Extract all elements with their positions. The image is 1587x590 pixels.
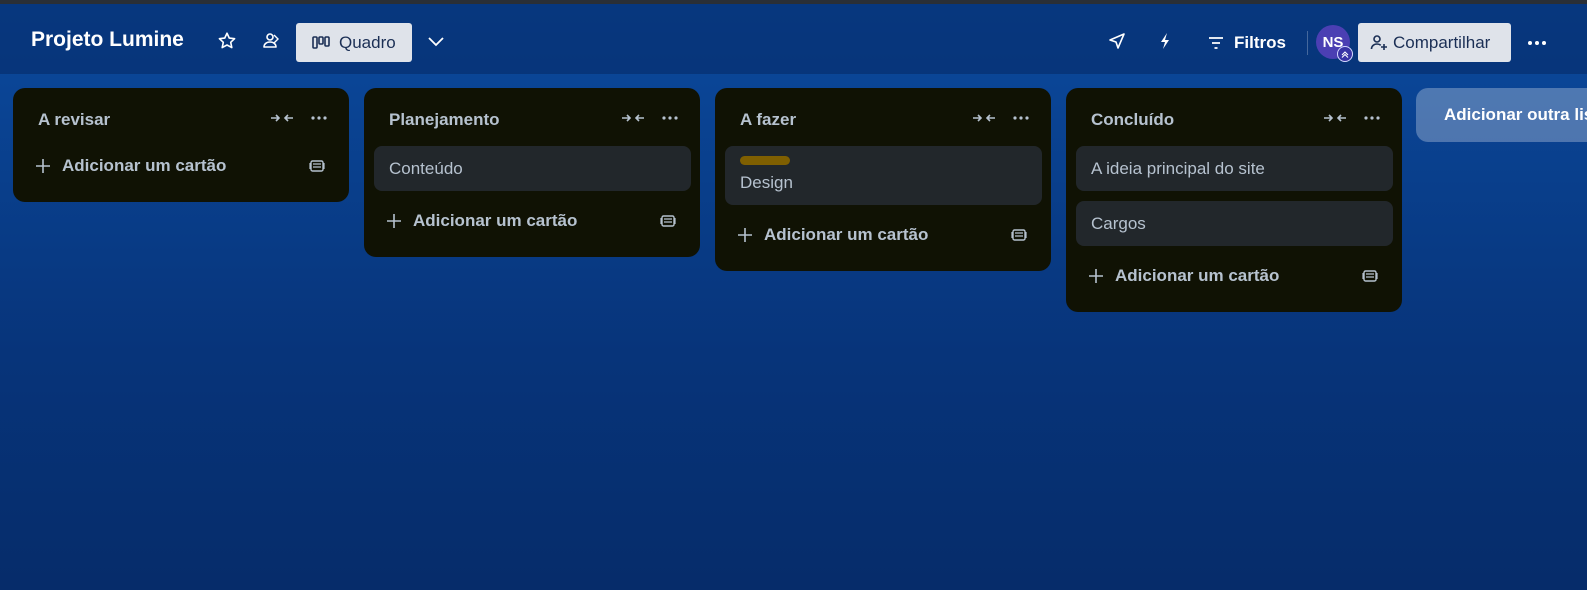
card-title: A ideia principal do site [1091, 159, 1265, 178]
add-card-button[interactable]: Adicionar um cartão [1076, 256, 1346, 296]
lightning-icon[interactable] [1150, 26, 1180, 56]
list-a-revisar: A revisar Adicionar um cartão [13, 88, 349, 202]
add-card-row: Adicionar um cartão [13, 146, 349, 194]
board-title[interactable]: Projeto Lumine [31, 28, 184, 52]
card-title: Cargos [1091, 214, 1146, 233]
board-view-button[interactable]: Quadro [296, 23, 412, 62]
list-more-icon[interactable] [1007, 106, 1035, 130]
collapse-icon[interactable] [618, 108, 648, 128]
board-view-label: Quadro [339, 32, 396, 52]
star-icon[interactable] [212, 26, 242, 56]
list-title[interactable]: A fazer [740, 110, 796, 130]
add-card-row: Adicionar um cartão [364, 201, 700, 249]
list-title[interactable]: Concluído [1091, 110, 1174, 130]
board-view-icon [312, 35, 330, 49]
add-member-icon [1370, 34, 1387, 50]
plus-icon [387, 214, 401, 228]
list-title[interactable]: A revisar [38, 110, 110, 130]
add-list-button[interactable]: Adicionar outra lista [1416, 88, 1587, 142]
plus-icon [36, 159, 50, 173]
plus-icon [738, 228, 752, 242]
list-header: Planejamento [364, 88, 700, 146]
add-card-label: Adicionar um cartão [764, 225, 929, 244]
add-card-label: Adicionar um cartão [1115, 266, 1280, 285]
collapse-icon[interactable] [1320, 108, 1350, 128]
list-concluido: Concluído A ideia principal do site Carg… [1066, 88, 1402, 312]
list-more-icon[interactable] [1358, 106, 1386, 130]
card-title: Design [740, 173, 793, 192]
card[interactable]: Design [725, 146, 1042, 205]
list-more-icon[interactable] [305, 106, 333, 130]
card-title: Conteúdo [389, 159, 463, 178]
collapse-icon[interactable] [267, 108, 297, 128]
list-header: A fazer [715, 88, 1051, 146]
list-title[interactable]: Planejamento [389, 110, 500, 130]
card[interactable]: Conteúdo [374, 146, 691, 191]
workspace-visibility-icon[interactable] [256, 26, 286, 56]
collapse-icon[interactable] [969, 108, 999, 128]
plus-icon [1089, 269, 1103, 283]
add-card-button[interactable]: Adicionar um cartão [374, 201, 644, 241]
admin-badge-icon [1337, 46, 1353, 62]
chevron-down-icon[interactable] [421, 26, 451, 56]
card-template-icon[interactable] [1354, 261, 1386, 291]
list-header: Concluído [1066, 88, 1402, 146]
header-separator [1307, 31, 1308, 55]
add-card-button[interactable]: Adicionar um cartão [23, 146, 293, 186]
filters-label: Filtros [1234, 33, 1286, 52]
filters-button[interactable]: Filtros [1208, 26, 1286, 60]
list-header: A revisar [13, 88, 349, 146]
card-template-icon[interactable] [301, 151, 333, 181]
list-planejamento: Planejamento Conteúdo Adicionar um cartã… [364, 88, 700, 257]
share-button[interactable]: Compartilhar [1358, 23, 1511, 62]
add-card-row: Adicionar um cartão [1066, 256, 1402, 304]
card[interactable]: Cargos [1076, 201, 1393, 246]
rocket-icon[interactable] [1102, 26, 1132, 56]
add-card-label: Adicionar um cartão [413, 211, 578, 230]
list-more-icon[interactable] [656, 106, 684, 130]
card-template-icon[interactable] [1003, 220, 1035, 250]
card[interactable]: A ideia principal do site [1076, 146, 1393, 191]
add-list-label: Adicionar outra lista [1444, 105, 1587, 124]
share-label: Compartilhar [1393, 32, 1491, 52]
add-card-button[interactable]: Adicionar um cartão [725, 215, 995, 255]
add-card-row: Adicionar um cartão [715, 215, 1051, 263]
board-header: Projeto Lumine Quadro Filtros NS Compart… [0, 4, 1587, 74]
card-template-icon[interactable] [652, 206, 684, 236]
more-icon[interactable] [1520, 26, 1554, 60]
card-label[interactable] [740, 156, 790, 165]
add-card-label: Adicionar um cartão [62, 156, 227, 175]
list-a-fazer: A fazer Design Adicionar um cartão [715, 88, 1051, 271]
filter-icon [1209, 37, 1223, 49]
